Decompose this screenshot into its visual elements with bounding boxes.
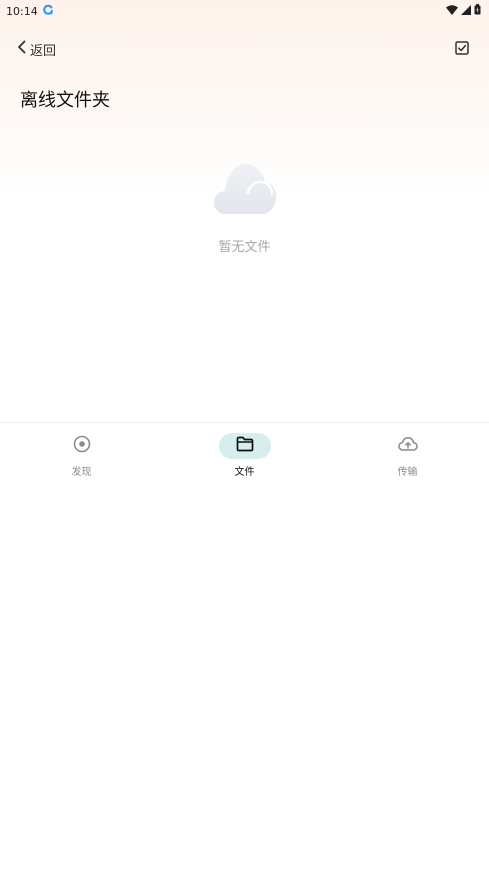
status-time: 10:14 xyxy=(6,4,38,18)
nav-item-transfer[interactable]: 传输 xyxy=(326,423,489,484)
discover-icon xyxy=(73,435,91,457)
nav-label-files: 文件 xyxy=(234,467,255,478)
nav-icon-container xyxy=(382,433,434,459)
status-bar: 10:14 xyxy=(0,0,489,22)
page-title: 离线文件夹 xyxy=(20,90,110,111)
nav-label-discover: 发现 xyxy=(71,467,92,478)
cloud-icon xyxy=(212,160,278,220)
nav-label-transfer: 传输 xyxy=(397,467,418,478)
status-right xyxy=(446,4,481,18)
back-button[interactable]: 返回 xyxy=(16,40,56,59)
wifi-icon xyxy=(446,4,458,18)
signal-icon xyxy=(461,4,471,18)
empty-state-text: 暂无文件 xyxy=(218,240,271,255)
empty-state: 暂无文件 xyxy=(0,160,489,255)
bottom-nav: 发现 文件 传输 xyxy=(0,422,489,484)
header: 返回 xyxy=(0,36,489,62)
cloud-upload-icon xyxy=(397,436,418,456)
multi-select-button[interactable] xyxy=(455,40,469,59)
nav-item-files[interactable]: 文件 xyxy=(163,423,326,484)
chevron-left-icon xyxy=(16,40,28,58)
back-label: 返回 xyxy=(30,43,57,59)
status-left: 10:14 xyxy=(6,4,54,19)
folder-icon xyxy=(236,436,254,456)
nav-icon-container xyxy=(218,433,271,459)
checkbox-icon xyxy=(455,40,469,59)
sync-icon xyxy=(42,4,54,19)
nav-item-discover[interactable]: 发现 xyxy=(0,423,163,484)
nav-icon-container xyxy=(56,433,108,459)
battery-icon xyxy=(474,4,481,18)
